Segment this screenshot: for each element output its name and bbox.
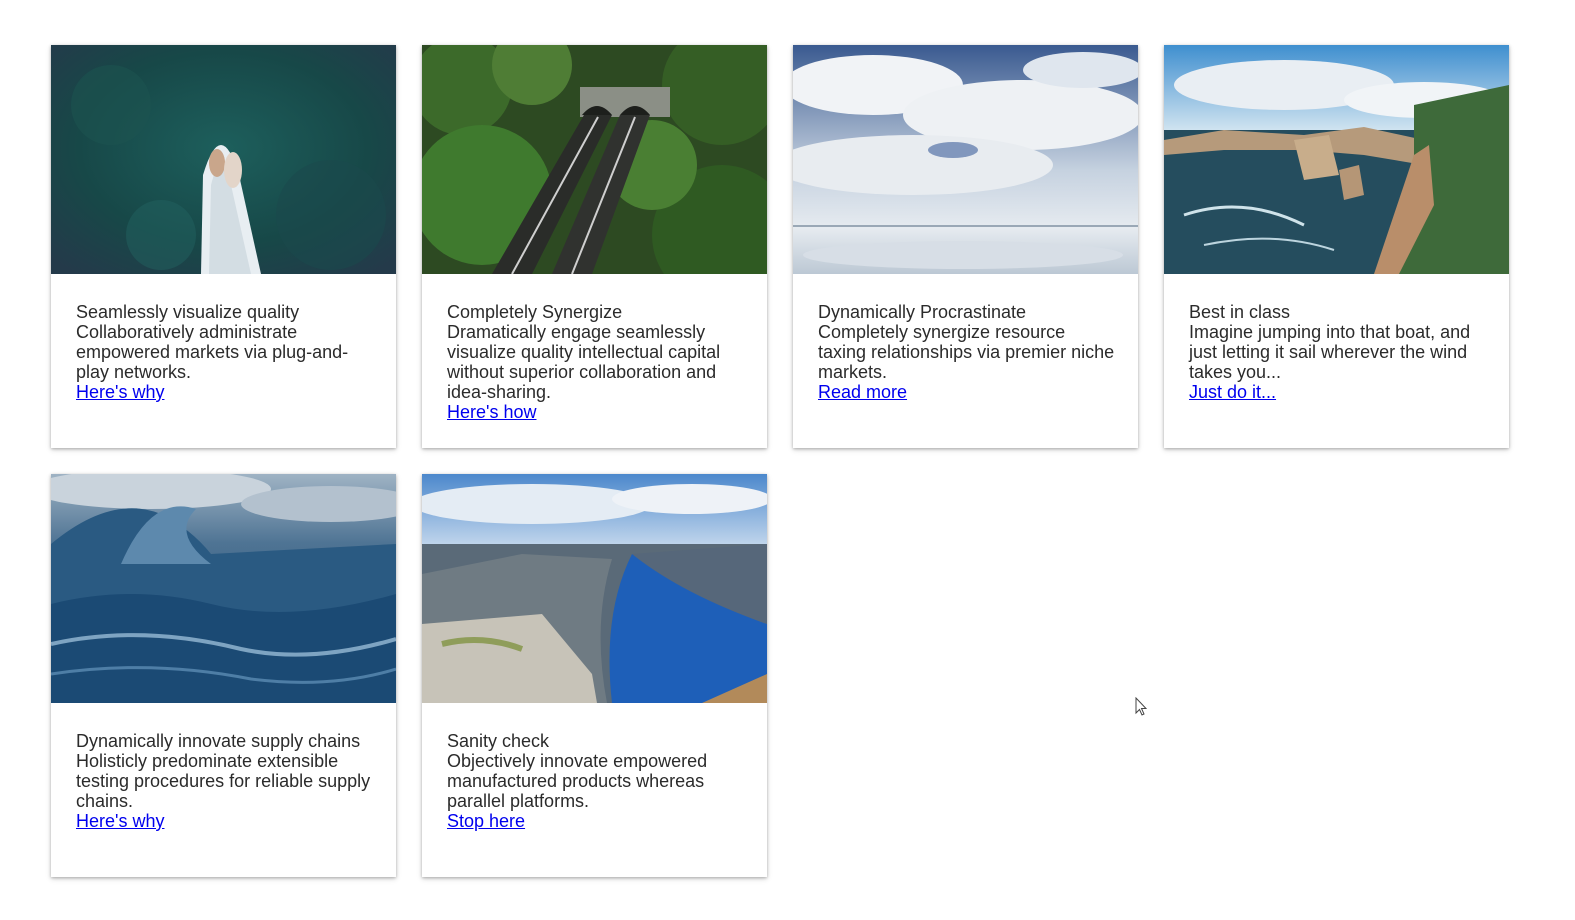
- boat-aerial-image: [51, 45, 396, 274]
- card-body: Seamlessly visualize quality Collaborati…: [51, 274, 396, 402]
- card-text: Holisticly predominate extensible testin…: [76, 751, 371, 811]
- card-title: Dynamically Procrastinate: [818, 302, 1027, 322]
- card-title: Seamlessly visualize quality: [76, 302, 300, 322]
- card-text: Imagine jumping into that boat, and just…: [1189, 322, 1471, 382]
- card-body: Completely Synergize Dramatically engage…: [422, 274, 767, 422]
- card-text: Dramatically engage seamlessly visualize…: [447, 322, 721, 402]
- card-body: Best in class Imagine jumping into that …: [1164, 274, 1509, 402]
- card: Best in class Imagine jumping into that …: [1164, 45, 1509, 448]
- page: Seamlessly visualize quality Collaborati…: [0, 0, 1575, 920]
- card-title: Dynamically innovate supply chains: [76, 731, 361, 751]
- card-body: Sanity check Objectively innovate empowe…: [422, 703, 767, 831]
- card: Completely Synergize Dramatically engage…: [422, 45, 767, 448]
- card-title: Best in class: [1189, 302, 1291, 322]
- card: Dynamically Procrastinate Completely syn…: [793, 45, 1138, 448]
- card: Dynamically innovate supply chains Holis…: [51, 474, 396, 877]
- ocean-wave-image: [51, 474, 396, 703]
- card: Seamlessly visualize quality Collaborati…: [51, 45, 396, 448]
- cloudy-sky-reflection-image: [793, 45, 1138, 274]
- card-link[interactable]: Here's why: [76, 382, 164, 402]
- card-text: Completely synergize resource taxing rel…: [818, 322, 1115, 382]
- card-link[interactable]: Stop here: [447, 811, 525, 831]
- card: Sanity check Objectively innovate empowe…: [422, 474, 767, 877]
- fjord-cliff-image: [422, 474, 767, 703]
- card-body: Dynamically Procrastinate Completely syn…: [793, 274, 1138, 402]
- card-link[interactable]: Here's how: [447, 402, 536, 422]
- card-link[interactable]: Here's why: [76, 811, 164, 831]
- card-link[interactable]: Just do it...: [1189, 382, 1276, 402]
- sea-cliffs-image: [1164, 45, 1509, 274]
- card-text: Collaboratively administrate empowered m…: [76, 322, 349, 382]
- card-title: Sanity check: [447, 731, 550, 751]
- card-body: Dynamically innovate supply chains Holis…: [51, 703, 396, 831]
- card-title: Completely Synergize: [447, 302, 623, 322]
- card-link[interactable]: Read more: [818, 382, 907, 402]
- card-text: Objectively innovate empowered manufactu…: [447, 751, 708, 811]
- forest-tunnel-image: [422, 45, 767, 274]
- card-grid: Seamlessly visualize quality Collaborati…: [51, 45, 1509, 877]
- mouse-cursor-icon: [1135, 697, 1147, 716]
